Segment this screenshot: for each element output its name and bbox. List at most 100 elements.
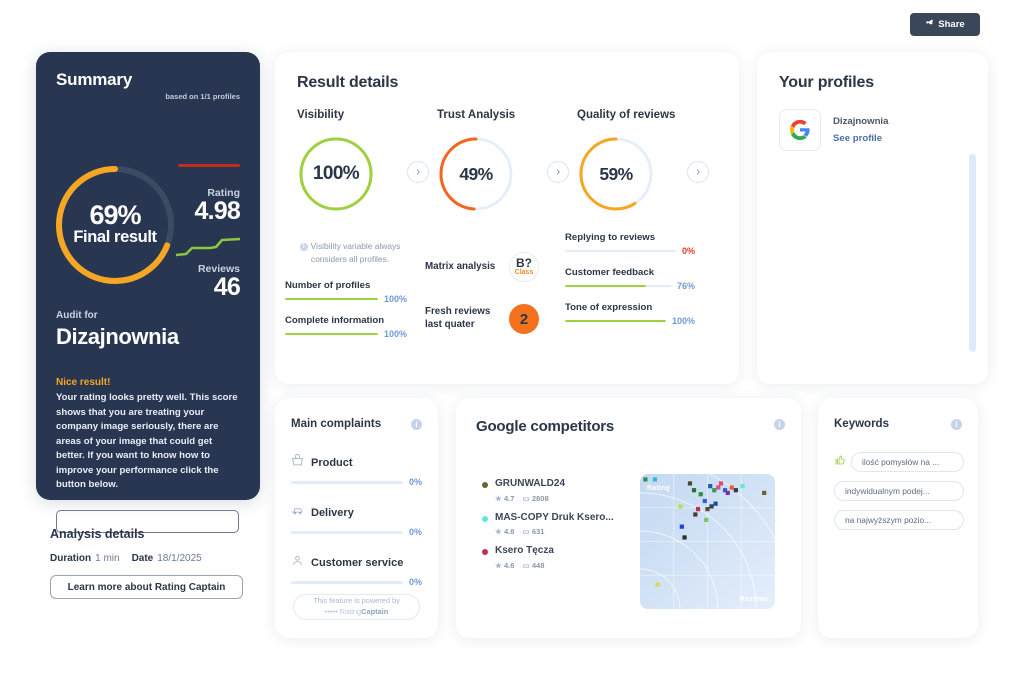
brand-light: Rating	[339, 607, 362, 616]
complaint-percent: 0%	[408, 477, 422, 487]
bar-replying-to-reviews: Replying to reviews 0%	[565, 232, 695, 256]
bar-customer-feedback: Customer feedback 76%	[565, 267, 695, 291]
competitor-name: MAS-COPY Druk Ksero...	[495, 511, 614, 523]
visibility-ring: 100%	[297, 135, 375, 213]
competitor-reviews: ▭ 2808	[522, 493, 549, 503]
share-label: Share	[938, 19, 965, 30]
keyword-row: indywidualnym podej...	[834, 481, 964, 501]
ring-col-trust: Trust Analysis 49%	[437, 109, 577, 213]
nice-result-title: Nice result!	[56, 377, 111, 388]
see-profile-link[interactable]: See profile	[833, 133, 888, 144]
rating-value: 4.98	[194, 197, 241, 225]
star-icon: ★	[495, 527, 502, 536]
complaint-bar-track	[291, 530, 403, 534]
competitor-item[interactable]: MAS-COPY Druk Ksero... ★ 4.8 ▭ 631	[482, 511, 622, 536]
matrix-analysis-row: Matrix analysis B? Class	[425, 252, 557, 282]
competitors-list: GRUNWALD24 ★ 4.7 ▭ 2808 MAS-COPY Druk Ks…	[482, 478, 622, 579]
bar-complete-information: Complete information 100%	[285, 315, 407, 339]
thumbs-up-icon	[834, 453, 846, 471]
complaint-bar-track	[291, 580, 403, 584]
duration-value: 1 min	[95, 553, 120, 564]
competitors-scatter-chart[interactable]: Rating Reviews	[640, 474, 775, 609]
bar-label: Number of profiles	[285, 280, 371, 291]
chart-axis-label-rating: Rating	[647, 485, 670, 492]
ring-title-trust: Trust Analysis	[437, 109, 516, 121]
comment-icon: ▭	[522, 493, 530, 503]
audit-for-label: Audit for	[56, 310, 98, 321]
keyword-chip[interactable]: na najwyższym pozio...	[834, 510, 964, 530]
visibility-detail-button[interactable]	[407, 161, 429, 183]
complaint-item-customer-service: Customer service 0%	[291, 554, 422, 587]
summary-title: Summary	[56, 70, 133, 89]
bar-fill	[565, 319, 666, 323]
matrix-class-badge: B? Class	[509, 252, 539, 282]
keyword-chip[interactable]: ilość pomysłów na ...	[851, 452, 964, 472]
share-button[interactable]: Share	[910, 13, 980, 36]
info-icon[interactable]: i	[411, 419, 422, 430]
competitor-rating: ★ 4.7	[495, 493, 515, 503]
fresh-reviews-label: Fresh reviews last quater	[425, 306, 491, 330]
comment-icon: ▭	[522, 527, 530, 536]
quality-percent: 59%	[599, 163, 633, 184]
based-on-profiles: based on 1/1 profiles	[165, 92, 240, 101]
audit-company-name: Dizajnownia	[56, 324, 179, 349]
matrix-block: Matrix analysis B? Class Fresh reviews l…	[425, 252, 557, 356]
competitor-item[interactable]: Ksero Tęcza ★ 4.6 ▭ 448	[482, 545, 622, 570]
info-icon: i	[299, 243, 308, 251]
ring-title-quality: Quality of reviews	[577, 109, 676, 121]
star-icon: ★	[495, 493, 502, 503]
complaint-bar-track	[291, 480, 403, 484]
keyword-chip[interactable]: indywidualnym podej...	[834, 481, 964, 501]
google-logo-icon	[779, 109, 821, 151]
complaint-percent: 0%	[408, 577, 422, 587]
bar-label: Replying to reviews	[565, 232, 656, 243]
bar-percent: 0%	[681, 246, 695, 256]
keyword-row: ilość pomysłów na ...	[834, 452, 964, 472]
bar-track	[285, 297, 378, 301]
trust-ring: 49%	[437, 135, 515, 213]
profiles-scrollbar[interactable]	[969, 154, 976, 352]
truck-icon	[291, 504, 304, 522]
person-icon	[291, 554, 304, 572]
analysis-title: Analysis details	[50, 527, 145, 541]
right-bars: Replying to reviews 0% Customer feedback…	[565, 232, 695, 337]
competitor-item[interactable]: GRUNWALD24 ★ 4.7 ▭ 2808	[482, 478, 622, 503]
comment-icon: ▭	[522, 560, 530, 570]
keywords-title: Keywords	[834, 418, 889, 430]
info-icon[interactable]: i	[774, 419, 785, 430]
quality-detail-button[interactable]	[687, 161, 709, 183]
bar-track	[565, 249, 676, 253]
bar-number-of-profiles: Number of profiles 100%	[285, 280, 407, 304]
competitor-reviews: ▭ 448	[522, 560, 545, 570]
competitor-color-dot	[482, 549, 488, 555]
trust-percent: 49%	[459, 163, 493, 184]
bar-percent: 100%	[383, 294, 407, 304]
result-details-card: Result details Visibility 100% Trust Ana…	[275, 52, 739, 384]
bar-track	[565, 319, 666, 323]
visibility-note-text: Visibility variable always considers all…	[310, 241, 401, 264]
main-complaints-title: Main complaints	[291, 418, 382, 430]
bar-percent: 76%	[676, 281, 695, 291]
main-complaints-card: Main complaints i Product 0% Delivery 0%…	[275, 398, 438, 638]
profile-list-item[interactable]: Dizajnownia See profile	[779, 109, 888, 151]
chart-axis-label-reviews: Reviews	[739, 596, 769, 603]
complaint-item-product: Product 0%	[291, 454, 422, 487]
analysis-meta: Duration 1 min Date 18/1/2025	[50, 553, 265, 564]
powered-by-text: This feature is powered by	[313, 596, 400, 606]
keyword-row: na najwyższym pozio...	[834, 510, 964, 530]
bar-tone-of-expression: Tone of expression 100%	[565, 302, 695, 326]
trust-detail-button[interactable]	[547, 161, 569, 183]
result-rings-row: Visibility 100% Trust Analysis 49% Quali…	[297, 109, 717, 213]
final-result-donut: 69% Final result	[50, 160, 180, 290]
learn-more-rating-captain-button[interactable]: Learn more about Rating Captain	[50, 575, 243, 599]
left-bars: Number of profiles 100% Complete informa…	[285, 280, 407, 350]
info-icon[interactable]: i	[951, 419, 962, 430]
your-profiles-card: Your profiles Dizajnownia See profile	[757, 52, 988, 384]
matrix-analysis-label: Matrix analysis	[425, 260, 496, 272]
powered-by-badge: This feature is powered by ••••• RatingC…	[293, 594, 420, 620]
bar-percent: 100%	[671, 316, 695, 326]
complaint-name: Customer service	[311, 557, 404, 569]
competitor-color-dot	[482, 515, 488, 522]
dashboard-page: Share Summary based on 1/1 profiles 69% …	[0, 0, 1024, 683]
bar-label: Complete information	[285, 315, 385, 326]
